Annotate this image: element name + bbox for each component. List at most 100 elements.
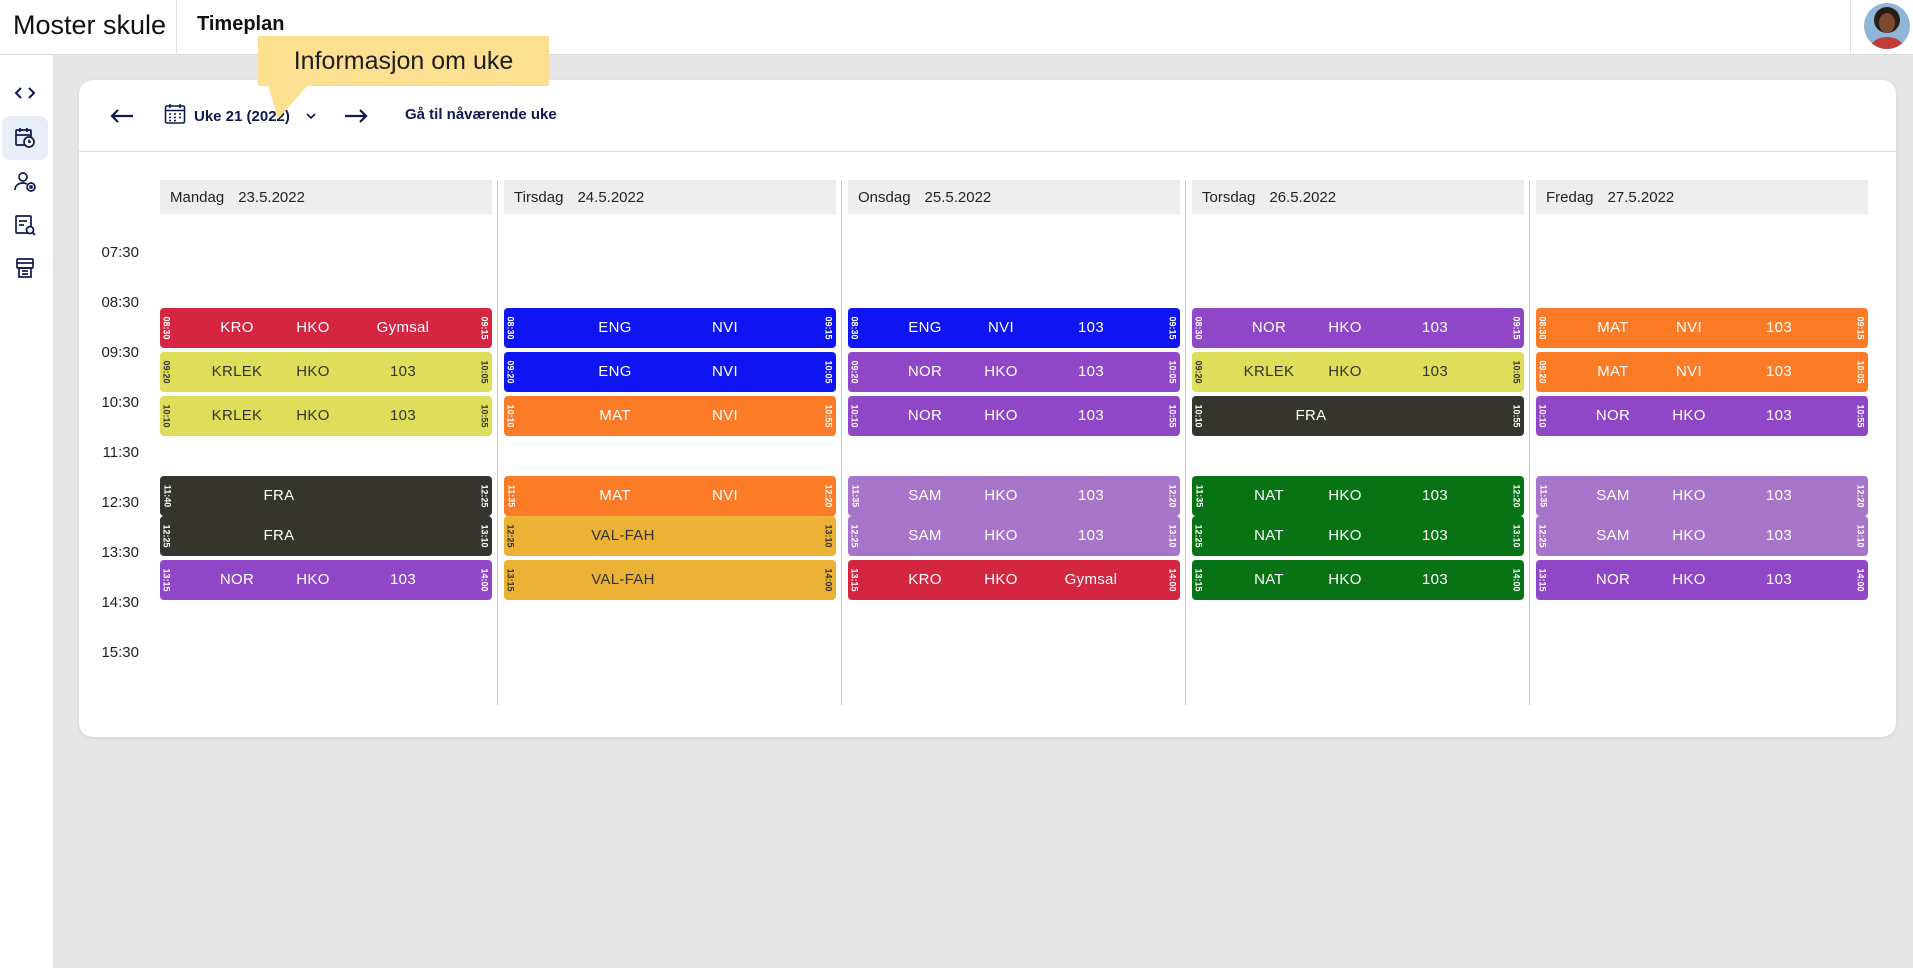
- lesson-subject: MAT: [1597, 319, 1629, 336]
- previous-week-arrow-icon[interactable]: [106, 102, 138, 130]
- lesson-room: 103: [1078, 487, 1104, 504]
- lesson-block[interactable]: 08:30 09:15 KRO HKO Gymsal: [160, 308, 492, 348]
- lesson-teacher: NVI: [1676, 319, 1702, 336]
- week-info-tooltip: Informasjon om uke: [258, 36, 549, 86]
- document-search-icon[interactable]: [2, 203, 48, 247]
- lesson-start-time-text: 12:25: [506, 524, 516, 548]
- lesson-block[interactable]: 13:15 14:00 NOR HKO 103: [1536, 560, 1868, 600]
- tooltip-tail: [268, 85, 308, 119]
- lesson-block[interactable]: 10:10 10:55 NOR HKO 103: [848, 396, 1180, 436]
- lesson-end-time-text: 12:20: [1168, 484, 1178, 508]
- lesson-end-time: 10:55: [478, 396, 492, 436]
- lesson-end-time-text: 09:15: [824, 316, 834, 340]
- lesson-teacher: HKO: [1672, 407, 1706, 424]
- lesson-block[interactable]: 11:35 12:20 SAM HKO 103: [1536, 476, 1868, 516]
- lesson-start-time-text: 11:35: [506, 484, 516, 508]
- lesson-block[interactable]: 08:30 09:15 ENG NVI 103: [848, 308, 1180, 348]
- lesson-teacher: HKO: [296, 319, 330, 336]
- lesson-start-time-text: 09:20: [1194, 360, 1204, 384]
- lesson-start-time-text: 13:15: [1538, 568, 1548, 592]
- lesson-block[interactable]: 08:30 09:15 MAT NVI 103: [1536, 308, 1868, 348]
- lesson-block[interactable]: 11:35 12:20 MAT NVI: [504, 476, 836, 516]
- lesson-end-time: 09:15: [1854, 308, 1868, 348]
- code-brackets-icon[interactable]: [2, 71, 48, 115]
- lesson-block[interactable]: 11:35 12:20 NAT HKO 103: [1192, 476, 1524, 516]
- lesson-block[interactable]: 10:10 10:55 NOR HKO 103: [1536, 396, 1868, 436]
- lesson-block[interactable]: 09:20 10:05 ENG NVI: [504, 352, 836, 392]
- lesson-block[interactable]: 10:10 10:55 KRLEK HKO 103: [160, 396, 492, 436]
- lesson-start-time-text: 10:10: [1538, 404, 1548, 428]
- lesson-room: 103: [1766, 527, 1792, 544]
- lesson-room: 103: [390, 571, 416, 588]
- lesson-start-time-text: 12:25: [162, 524, 172, 548]
- lesson-block[interactable]: 08:30 09:15 ENG NVI: [504, 308, 836, 348]
- user-remove-icon[interactable]: [2, 160, 48, 204]
- lesson-subject: MAT: [599, 487, 631, 504]
- lesson-start-time-text: 10:10: [162, 404, 172, 428]
- lesson-block[interactable]: 08:30 09:15 NOR HKO 103: [1192, 308, 1524, 348]
- lesson-block[interactable]: 09:20 10:05 KRLEK HKO 103: [160, 352, 492, 392]
- next-week-arrow-icon[interactable]: [340, 102, 372, 130]
- lesson-block[interactable]: 11:35 12:20 SAM HKO 103: [848, 476, 1180, 516]
- lesson-block[interactable]: 12:25 13:10 SAM HKO 103: [1536, 516, 1868, 556]
- lesson-start-time: 08:30: [504, 308, 518, 348]
- lesson-end-time: 10:05: [1854, 352, 1868, 392]
- lesson-end-time: 14:00: [1166, 560, 1180, 600]
- lesson-subject: NAT: [1254, 527, 1284, 544]
- lesson-end-time-text: 13:10: [1856, 524, 1866, 548]
- lesson-subject: KRLEK: [211, 407, 263, 424]
- lesson-end-time-text: 10:55: [480, 404, 490, 428]
- lesson-end-time-text: 09:15: [1512, 316, 1522, 340]
- day-header: Onsdag 25.5.2022: [848, 180, 1180, 214]
- timetable-clock-icon[interactable]: [2, 116, 48, 160]
- lesson-start-time: 10:10: [1536, 396, 1550, 436]
- lesson-start-time: 11:35: [1192, 476, 1206, 516]
- lesson-start-time: 10:10: [160, 396, 174, 436]
- lesson-room: 103: [1078, 527, 1104, 544]
- lesson-start-time: 09:20: [160, 352, 174, 392]
- lesson-end-time-text: 09:15: [480, 316, 490, 340]
- app-title: Moster skule: [13, 10, 167, 40]
- lesson-block[interactable]: 12:25 13:10 FRA: [160, 516, 492, 556]
- lesson-room: 103: [390, 363, 416, 380]
- lesson-block[interactable]: 09:20 10:05 KRLEK HKO 103: [1192, 352, 1524, 392]
- goto-current-week-link[interactable]: Gå til nåværende uke: [405, 106, 557, 123]
- lesson-block[interactable]: 10:10 10:55 MAT NVI: [504, 396, 836, 436]
- lesson-subject: SAM: [1596, 487, 1630, 504]
- lesson-start-time-text: 08:30: [850, 316, 860, 340]
- time-label: 07:30: [101, 244, 139, 261]
- lesson-end-time: 13:10: [478, 516, 492, 556]
- lesson-block[interactable]: 10:10 10:55 FRA: [1192, 396, 1524, 436]
- day-date: 25.5.2022: [924, 188, 992, 206]
- lesson-teacher: NVI: [712, 407, 738, 424]
- lesson-start-time-text: 08:30: [1194, 316, 1204, 340]
- time-label: 15:30: [101, 644, 139, 661]
- lesson-block[interactable]: 09:20 10:05 MAT NVI 103: [1536, 352, 1868, 392]
- lesson-block[interactable]: 12:25 13:10 SAM HKO 103: [848, 516, 1180, 556]
- printer-list-icon[interactable]: [2, 246, 48, 290]
- lesson-start-time: 12:25: [1192, 516, 1206, 556]
- lesson-room: 103: [1766, 319, 1792, 336]
- header-divider: [176, 0, 177, 54]
- timetable-card: Uke 21 (2022) Gå til nåværende uke 07:30…: [79, 80, 1896, 737]
- lesson-block[interactable]: 13:15 14:00 VAL-FAH: [504, 560, 836, 600]
- lesson-teacher: HKO: [1672, 487, 1706, 504]
- lesson-subject: NOR: [219, 571, 255, 588]
- lesson-start-time-text: 12:25: [850, 524, 860, 548]
- user-avatar[interactable]: [1864, 3, 1910, 49]
- lesson-block[interactable]: 09:20 10:05 NOR HKO 103: [848, 352, 1180, 392]
- lesson-block[interactable]: 12:25 13:10 VAL-FAH: [504, 516, 836, 556]
- lesson-block[interactable]: 12:25 13:10 NAT HKO 103: [1192, 516, 1524, 556]
- lesson-start-time-text: 09:20: [162, 360, 172, 384]
- lesson-end-time-text: 10:05: [1512, 360, 1522, 384]
- column-divider: [1185, 180, 1186, 705]
- lesson-teacher: HKO: [1328, 363, 1362, 380]
- lesson-end-time: 10:55: [1854, 396, 1868, 436]
- lesson-block[interactable]: 13:15 14:00 KRO HKO Gymsal: [848, 560, 1180, 600]
- lesson-end-time-text: 09:15: [1856, 316, 1866, 340]
- lesson-room: 103: [1766, 407, 1792, 424]
- lesson-subject: SAM: [908, 527, 942, 544]
- lesson-block[interactable]: 13:15 14:00 NOR HKO 103: [160, 560, 492, 600]
- lesson-block[interactable]: 13:15 14:00 NAT HKO 103: [1192, 560, 1524, 600]
- lesson-block[interactable]: 11:40 12:25 FRA: [160, 476, 492, 516]
